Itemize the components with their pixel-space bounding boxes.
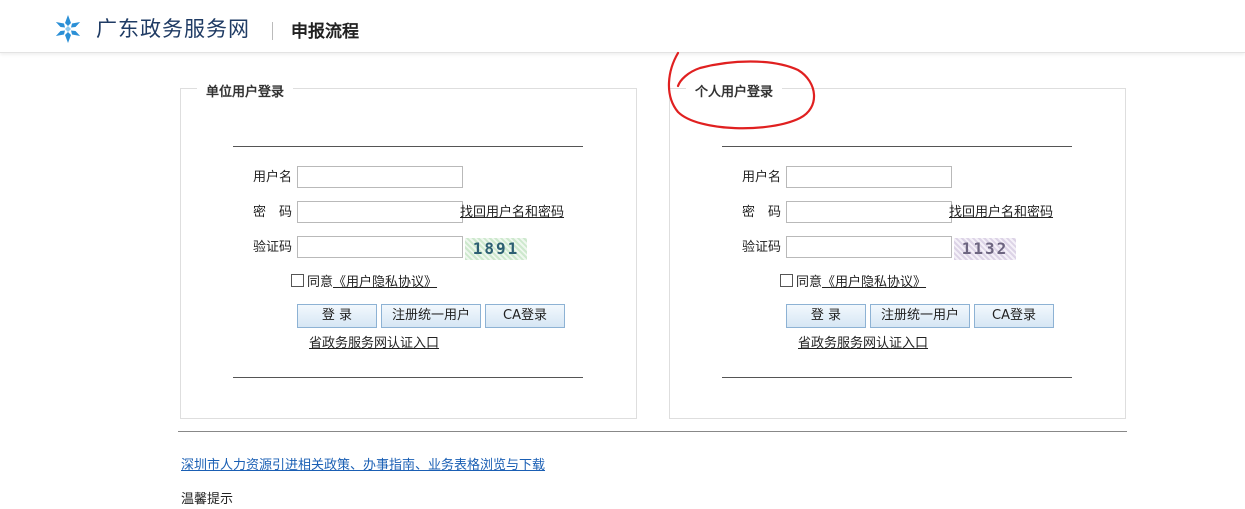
divider xyxy=(722,377,1072,378)
personal-login-button[interactable]: 登 录 xyxy=(786,304,866,328)
captcha-label: 验证码 xyxy=(253,240,293,255)
personal-privacy-link[interactable]: 《用户隐私协议》 xyxy=(822,275,926,290)
unit-ca-login-button[interactable]: CA登录 xyxy=(485,304,565,328)
unit-captcha-image[interactable]: 1891 xyxy=(465,238,527,260)
personal-password-input[interactable] xyxy=(786,201,952,223)
divider xyxy=(722,146,1072,147)
personal-agree-row: 同意《用户隐私协议》 xyxy=(780,274,926,292)
personal-captcha-input[interactable] xyxy=(786,236,952,258)
personal-username-input[interactable] xyxy=(786,166,952,188)
unit-privacy-link[interactable]: 《用户隐私协议》 xyxy=(333,275,437,290)
username-label: 用户名 xyxy=(253,170,293,185)
header-divider xyxy=(272,22,273,40)
site-name[interactable]: 广东政务服务网 xyxy=(96,15,250,43)
unit-captcha-input[interactable] xyxy=(297,236,463,258)
personal-find-credentials-link[interactable]: 找回用户名和密码 xyxy=(949,204,1053,222)
password-label: 密 码 xyxy=(742,205,782,220)
unit-agree-checkbox[interactable] xyxy=(291,274,304,287)
unit-find-credentials-link[interactable]: 找回用户名和密码 xyxy=(460,204,564,222)
divider xyxy=(233,146,583,147)
personal-portal-auth-link[interactable]: 省政务服务网认证入口 xyxy=(786,335,964,353)
unit-username-input[interactable] xyxy=(297,166,463,188)
page-title: 申报流程 xyxy=(291,22,359,42)
unit-login-button[interactable]: 登 录 xyxy=(297,304,377,328)
unit-portal-auth-link[interactable]: 省政务服务网认证入口 xyxy=(297,335,475,353)
divider xyxy=(233,377,583,378)
password-label: 密 码 xyxy=(253,205,293,220)
unit-password-input[interactable] xyxy=(297,201,463,223)
agree-prefix: 同意 xyxy=(796,275,823,290)
personal-login-panel: 个人用户登录 用户名 密 码 找回用户名和密码 验证码 1132 同意《用户隐私… xyxy=(669,85,1126,419)
red-circle-annotation xyxy=(667,51,816,130)
snowflake-logo-icon[interactable] xyxy=(52,13,84,45)
unit-login-legend: 单位用户登录 xyxy=(197,85,294,101)
username-label: 用户名 xyxy=(742,170,782,185)
personal-captcha-image[interactable]: 1132 xyxy=(954,238,1016,260)
personal-ca-login-button[interactable]: CA登录 xyxy=(974,304,1054,328)
section-divider xyxy=(178,431,1127,432)
personal-register-button[interactable]: 注册统一用户 xyxy=(870,304,970,328)
tips-heading: 温馨提示 xyxy=(181,492,234,507)
unit-agree-row: 同意《用户隐私协议》 xyxy=(291,274,437,292)
agree-prefix: 同意 xyxy=(307,275,334,290)
unit-register-button[interactable]: 注册统一用户 xyxy=(381,304,481,328)
captcha-label: 验证码 xyxy=(742,240,782,255)
policy-download-link[interactable]: 深圳市人力资源引进相关政策、办事指南、业务表格浏览与下载 xyxy=(181,457,545,475)
personal-agree-checkbox[interactable] xyxy=(780,274,793,287)
unit-login-panel: 单位用户登录 用户名 密 码 找回用户名和密码 验证码 1891 同意《用户隐私… xyxy=(180,85,637,419)
site-header: 广东政务服务网 申报流程 xyxy=(0,0,1245,53)
